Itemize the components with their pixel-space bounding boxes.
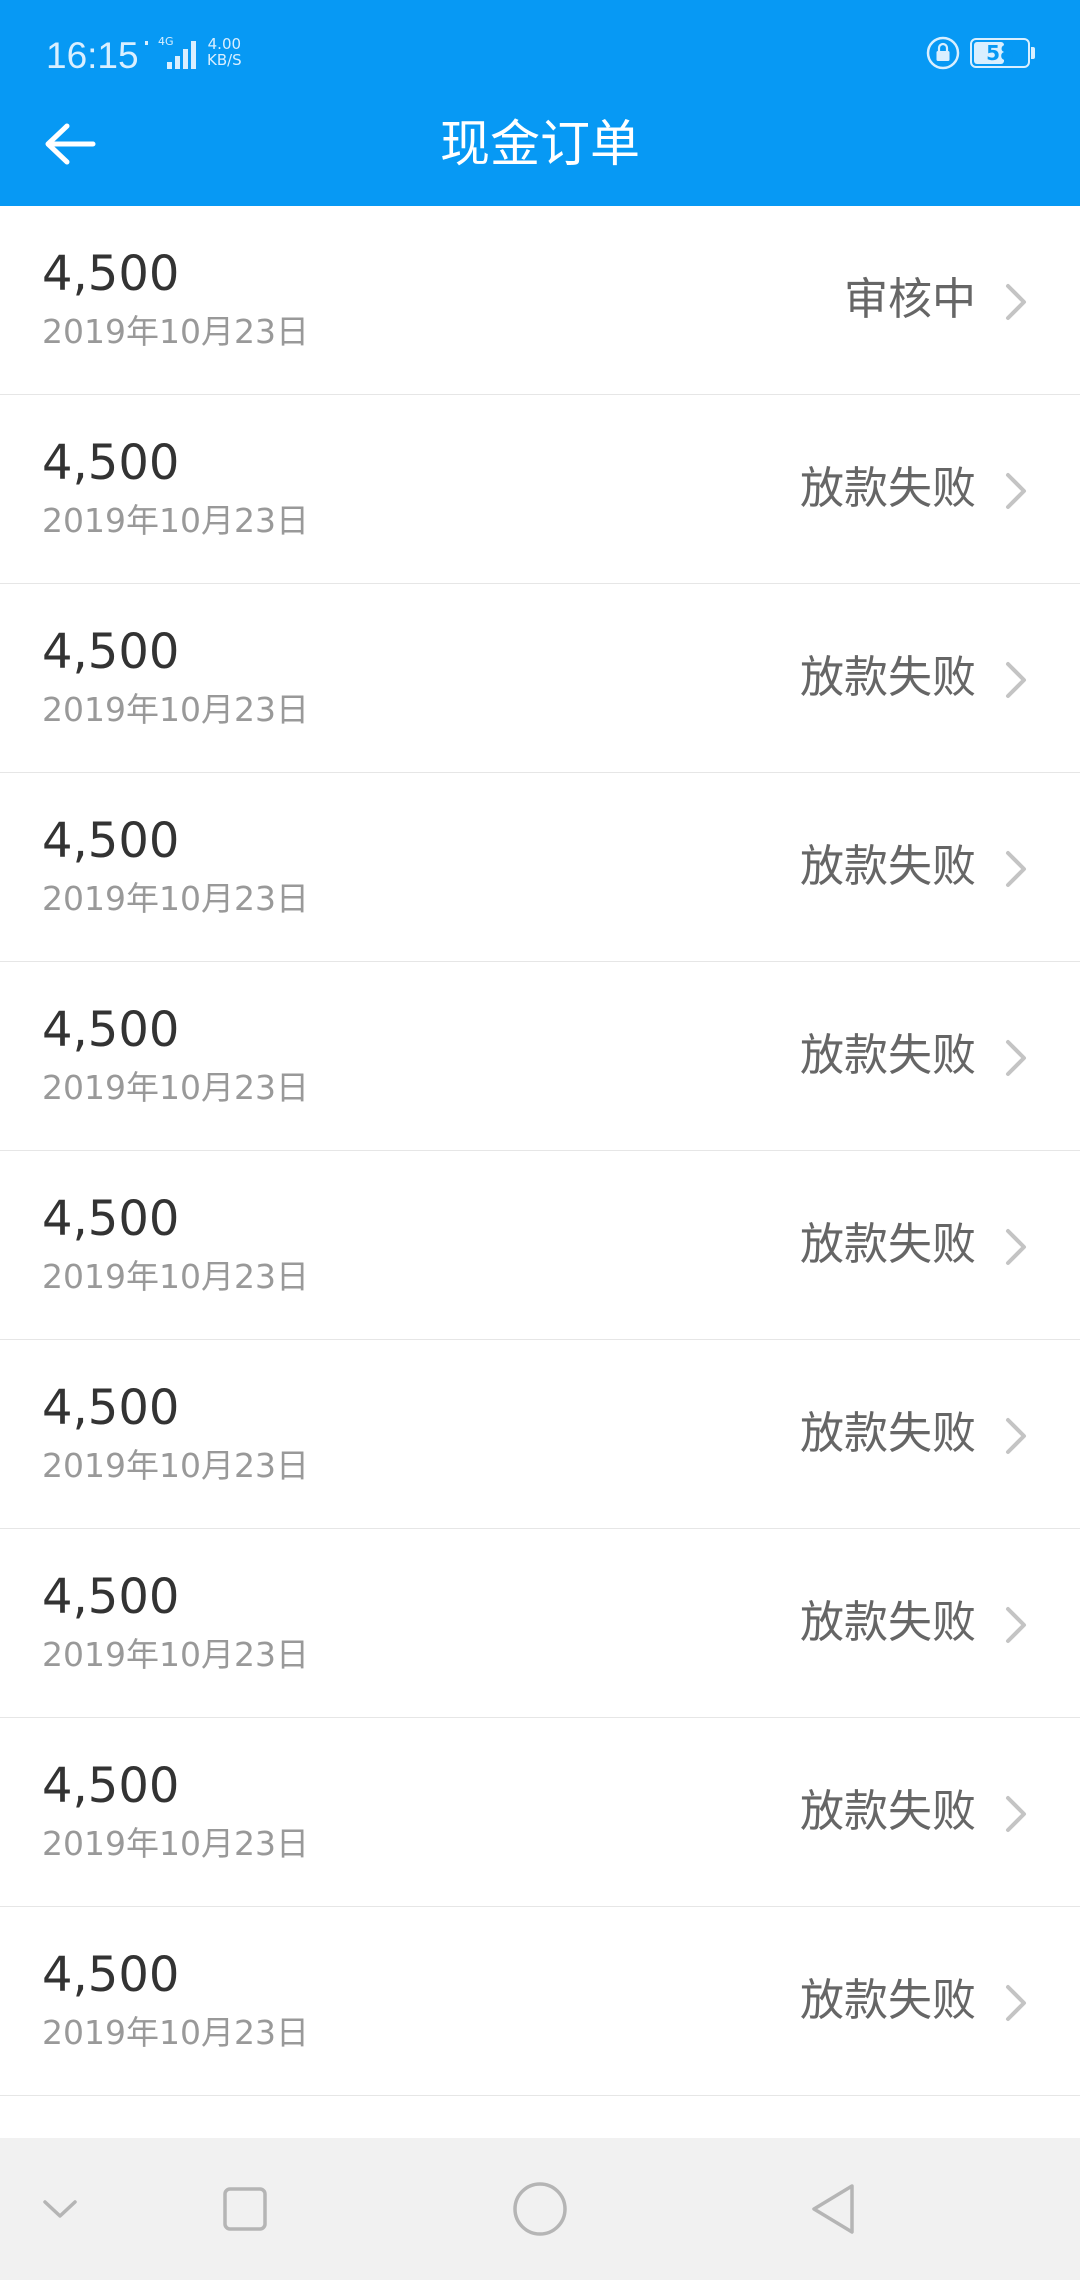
order-status: 放款失败 — [800, 1219, 976, 1270]
chevron-right-icon — [1006, 1985, 1026, 2021]
page-title: 现金订单 — [440, 115, 640, 173]
chevron-down-icon — [43, 2200, 77, 2218]
order-date: 2019年10月23日 — [42, 312, 309, 351]
order-row[interactable]: 4,500 2019年10月23日 放款失败 — [0, 962, 1080, 1151]
app-screen: 16:15 4G 4.00 KB/S 58 现金订单 4,500 2019年10… — [0, 0, 1080, 2280]
order-status: 放款失败 — [800, 1786, 976, 1837]
order-date: 2019年10月23日 — [42, 690, 309, 729]
chevron-right-icon — [1006, 851, 1026, 887]
chevron-right-icon — [1006, 1229, 1026, 1265]
order-date: 2019年10月23日 — [42, 1824, 309, 1863]
status-bar: 16:15 4G 4.00 KB/S 58 — [0, 0, 1080, 110]
chevron-right-icon — [1006, 662, 1026, 698]
chevron-right-icon — [1006, 1040, 1026, 1076]
nav-collapse-button[interactable] — [20, 2138, 100, 2280]
app-header: 16:15 4G 4.00 KB/S 58 现金订单 — [0, 0, 1080, 206]
order-status: 放款失败 — [800, 652, 976, 703]
chevron-right-icon — [1006, 1796, 1026, 1832]
order-row[interactable]: 4,500 2019年10月23日 放款失败 — [0, 1718, 1080, 1907]
rotation-lock-icon — [926, 36, 960, 70]
network-speed-value: 4.00 — [207, 35, 242, 53]
order-amount: 4,500 — [42, 435, 180, 491]
order-status: 放款失败 — [800, 1408, 976, 1459]
order-list: 4,500 2019年10月23日 审核中 4,500 2019年10月23日 放款失败 4… — [0, 206, 1080, 2138]
battery-percent: 58 — [986, 41, 1014, 65]
order-row[interactable]: 4,500 2019年10月23日 审核中 — [0, 206, 1080, 395]
order-amount: 4,500 — [42, 1947, 180, 2003]
network-speed-unit: KB/S — [207, 51, 242, 69]
order-row[interactable]: 4,500 2019年10月23日 放款失败 — [0, 1151, 1080, 1340]
battery-icon: 58 — [970, 38, 1030, 68]
order-amount: 4,500 — [42, 1380, 180, 1436]
nav-home-button[interactable] — [500, 2138, 580, 2280]
order-row[interactable]: 4,500 2019年10月23日 放款失败 — [0, 1340, 1080, 1529]
order-date: 2019年10月23日 — [42, 1635, 309, 1674]
order-row[interactable]: 4,500 2019年10月23日 放款失败 — [0, 773, 1080, 962]
order-row[interactable]: 4,500 2019年10月23日 放款失败 — [0, 584, 1080, 773]
order-status: 放款失败 — [800, 463, 976, 514]
order-amount: 4,500 — [42, 1002, 180, 1058]
order-status: 审核中 — [844, 274, 976, 325]
chevron-right-icon — [1006, 1607, 1026, 1643]
order-date: 2019年10月23日 — [42, 1446, 309, 1485]
order-status: 放款失败 — [800, 1597, 976, 1648]
order-date: 2019年10月23日 — [42, 1068, 309, 1107]
chevron-right-icon — [1006, 1418, 1026, 1454]
nav-back-button[interactable] — [793, 2138, 873, 2280]
order-date: 2019年10月23日 — [42, 1257, 309, 1296]
order-amount: 4,500 — [42, 1191, 180, 1247]
chevron-right-icon — [1006, 473, 1026, 509]
order-row[interactable]: 4,500 2019年10月23日 放款失败 — [0, 1907, 1080, 2096]
nav-recents-button[interactable] — [205, 2138, 285, 2280]
chevron-right-icon — [1006, 284, 1026, 320]
order-amount: 4,500 — [42, 624, 180, 680]
order-amount: 4,500 — [42, 1569, 180, 1625]
order-status: 放款失败 — [800, 1030, 976, 1081]
system-nav-bar — [0, 2138, 1080, 2280]
battery-tip — [1031, 47, 1035, 59]
order-date: 2019年10月23日 — [42, 2013, 309, 2052]
order-amount: 4,500 — [42, 1758, 180, 1814]
square-icon — [223, 2187, 267, 2231]
order-date: 2019年10月23日 — [42, 501, 309, 540]
triangle-back-icon — [812, 2184, 854, 2234]
order-status: 放款失败 — [800, 841, 976, 892]
network-type-label: 4G — [158, 35, 174, 48]
circle-icon — [513, 2182, 567, 2236]
status-time: 16:15 — [46, 35, 139, 76]
order-amount: 4,500 — [42, 246, 180, 302]
order-status: 放款失败 — [800, 1975, 976, 2026]
network-speed: 4.00 KB/S — [207, 36, 242, 68]
order-row[interactable]: 4,500 2019年10月23日 放款失败 — [0, 1529, 1080, 1718]
order-row[interactable]: 4,500 2019年10月23日 放款失败 — [0, 395, 1080, 584]
order-date: 2019年10月23日 — [42, 879, 309, 918]
order-amount: 4,500 — [42, 813, 180, 869]
